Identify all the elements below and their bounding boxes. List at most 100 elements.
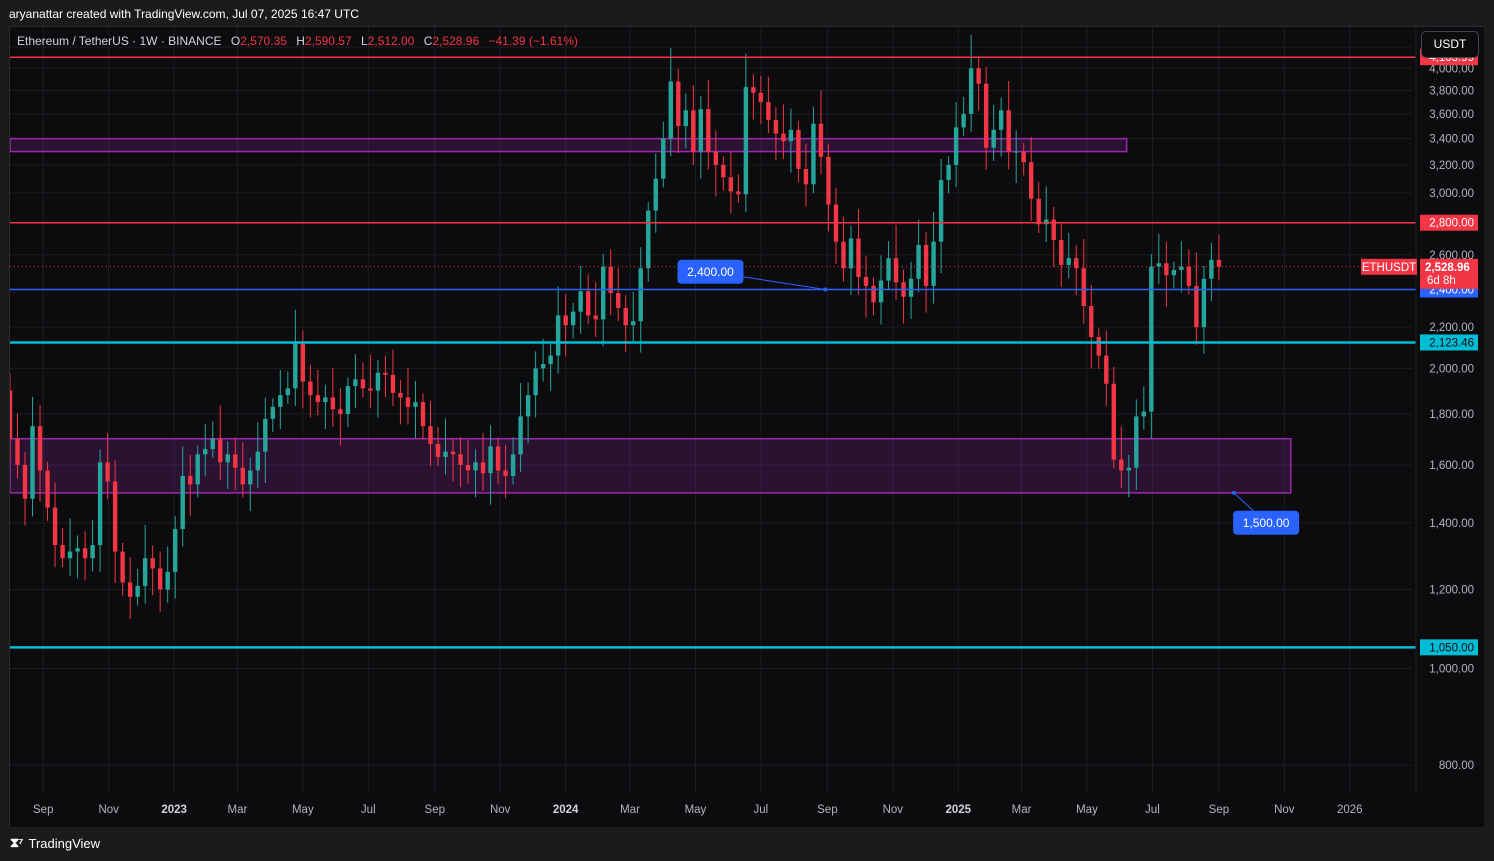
candle [953,102,959,188]
candle [1044,186,1049,242]
candle-body [15,438,20,465]
candle-body [563,315,568,326]
y-tick-label: 1,400.00 [1429,518,1474,530]
candle [691,85,696,165]
callout-anchor [823,287,828,292]
candle [983,66,989,170]
candle-body [781,133,786,142]
candle [165,546,170,603]
candle [330,368,336,427]
candle [938,158,944,274]
symbol-legend: Ethereum / TetherUS · 1W · BINANCE O2,57… [17,34,578,48]
candle-body [998,110,1004,130]
candle-body [480,462,486,474]
candle-body [736,191,741,195]
candle [1096,328,1101,369]
price-chart[interactable]: 2,400.00 1,500.00 800.00 1,000.00 1,200.00 1,… [10,27,1484,827]
price-callout[interactable]: 2,400.00 [677,259,828,292]
candle-body [1066,258,1071,265]
high-value: 2,590.57 [304,34,352,48]
candle [600,253,606,347]
x-tick-label: Nov [98,804,119,816]
candle-body [203,449,208,455]
candle [848,225,854,296]
candle-body [983,83,989,148]
candle-body [773,119,779,134]
candle-body [1013,151,1019,153]
candle-body [488,446,493,474]
candle [52,482,58,568]
callout-label: 1,500.00 [1243,516,1290,530]
candle-body [721,164,726,178]
candle [946,156,951,194]
x-tick-label: Sep [1209,804,1229,816]
footer: ⧗⁷ TradingView [10,835,100,851]
candle [1081,239,1086,324]
candle-body [165,571,170,590]
candle-body [1036,198,1041,225]
candle-body [450,451,456,455]
price-callout[interactable]: 1,500.00 [1231,490,1300,535]
candle-body [1089,305,1094,338]
y-tick-label: 3,200.00 [1429,160,1474,172]
candle-body [555,315,561,356]
candle [593,282,598,337]
tradingview-logo-icon[interactable]: ⧗⁷ [10,835,23,851]
candle-body [743,87,749,195]
candle-body [1164,263,1169,276]
x-tick-label: May [1076,804,1098,816]
brand-name[interactable]: TradingView [29,836,101,851]
zone-rectangle[interactable] [10,137,1128,153]
candle [1111,366,1116,469]
candle [67,518,73,576]
candle [1066,232,1071,279]
candle-body [1201,278,1207,328]
candle [30,396,35,517]
candle-body [638,268,643,322]
candle [736,174,741,204]
candle-body [540,364,546,369]
candle [323,384,328,429]
y-tick-label: 800.00 [1439,760,1474,772]
candle-body [1081,268,1086,306]
price-axis[interactable] [1416,27,1484,827]
x-tick-label: Sep [817,804,837,816]
candle-body [105,462,110,482]
zone-rectangle[interactable] [10,437,1292,494]
symbol-name[interactable]: Ethereum / TetherUS · 1W · BINANCE [17,34,222,48]
candle-body [1126,467,1132,471]
candle-body [150,558,155,569]
candle [270,398,276,433]
candle [833,187,839,264]
candle-body [578,291,583,312]
candle-body [278,395,283,407]
candle-body [112,481,118,552]
x-tick-label: Sep [425,804,445,816]
candle-body [1111,383,1116,460]
currency-button[interactable]: USDT [1421,31,1479,58]
candle [45,461,50,521]
current-price-text: 2,528.96 [1425,262,1470,274]
candle-body [676,81,681,127]
candle-body [826,156,831,205]
candle-body [668,81,673,139]
candle-body [931,241,936,286]
zones [10,137,1292,494]
chart-frame[interactable]: 2,400.00 1,500.00 800.00 1,000.00 1,200.00 1,… [9,26,1484,827]
y-tick-label: 3,400.00 [1429,134,1474,146]
candle-body [142,558,148,586]
candle [90,519,95,572]
candle [766,76,771,134]
candle-body [856,238,861,278]
candle [97,449,103,572]
candle [1059,223,1064,288]
candle [413,381,418,439]
candle-body [172,529,178,572]
candle-body [368,388,373,391]
candle-body [10,390,13,439]
x-tick-label: May [685,804,707,816]
y-tick-label: 1,800.00 [1429,409,1474,421]
level-price-label: 1,050.00 [1420,639,1478,656]
candle [1006,81,1011,170]
candle [405,368,411,425]
